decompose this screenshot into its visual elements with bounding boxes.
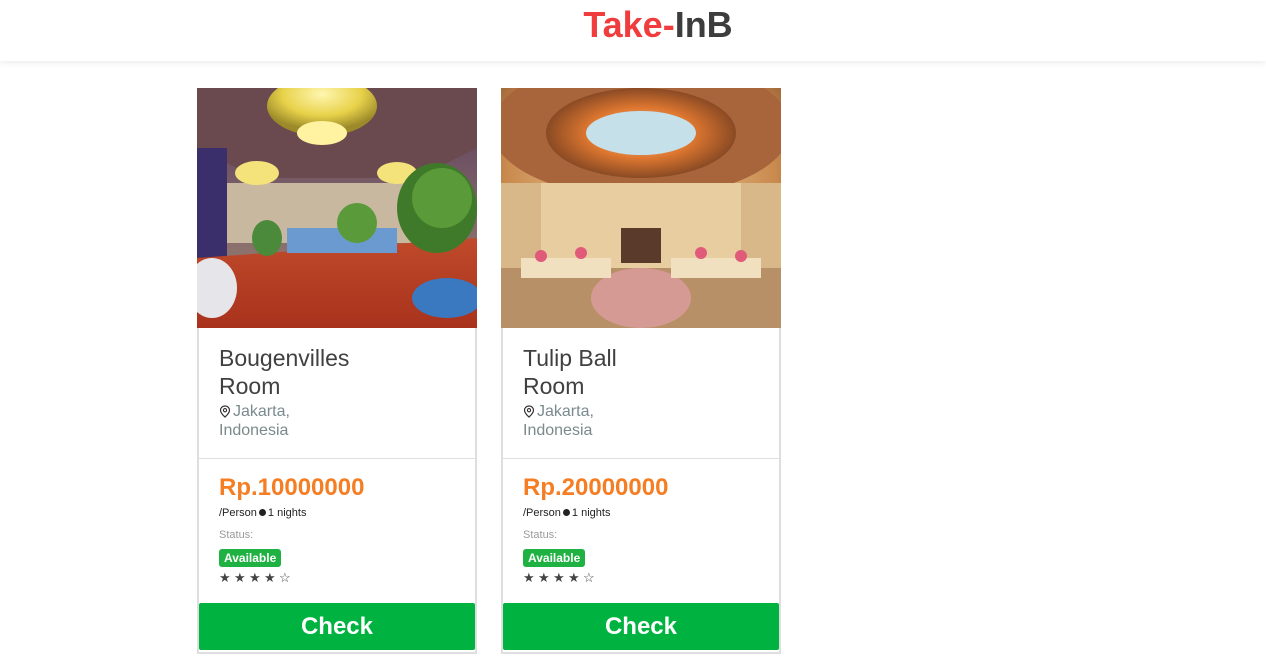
venue-price: Rp.20000000 <box>523 474 669 501</box>
separator-dot-icon <box>562 509 570 516</box>
brand-logo[interactable]: Take-InB <box>583 0 732 45</box>
brand-part-inb: InB <box>674 4 733 45</box>
per-person-label: /Person <box>523 507 561 519</box>
star-empty-icon: ☆ <box>583 570 596 585</box>
venue-photo-ballroom[interactable] <box>197 88 477 328</box>
star-filled-icon: ★ <box>249 570 262 585</box>
star-empty-icon: ☆ <box>279 570 292 585</box>
star-filled-icon: ★ <box>568 570 581 585</box>
brand-part-take: Take- <box>583 4 675 45</box>
star-filled-icon: ★ <box>538 570 551 585</box>
star-filled-icon: ★ <box>553 570 566 585</box>
check-button[interactable]: Check <box>199 603 475 650</box>
venue-pricing: Rp.10000000 /Person 1 nights Status: Avai… <box>199 459 475 585</box>
status-badge: Available <box>219 549 282 567</box>
star-filled-icon: ★ <box>264 570 277 585</box>
rating-stars: ★ ★ ★ ★ ☆ <box>523 570 759 585</box>
nights-label: 1 nights <box>571 507 611 519</box>
star-filled-icon: ★ <box>234 570 247 585</box>
price-unit: /Person 1 nights <box>219 507 455 520</box>
navbar: Take-InB <box>0 0 1266 61</box>
venue-card: Bougenvilles Room Jakarta, Indonesia Rp.… <box>197 88 477 654</box>
venue-location: Jakarta, Indonesia <box>219 402 329 440</box>
venue-info: Tulip Ball Room Jakarta, Indonesia <box>503 328 779 459</box>
venue-price: Rp.10000000 <box>219 474 365 501</box>
venue-card: Tulip Ball Room Jakarta, Indonesia Rp.20… <box>501 88 781 654</box>
venue-name[interactable]: Tulip Ball Room <box>523 344 683 400</box>
star-filled-icon: ★ <box>523 570 536 585</box>
venue-location: Jakarta, Indonesia <box>523 402 633 440</box>
status-label: Status: <box>523 529 558 541</box>
venue-city: Jakarta, <box>537 403 594 420</box>
venue-country: Indonesia <box>523 422 593 439</box>
price-unit: /Person 1 nights <box>523 507 759 520</box>
venue-name[interactable]: Bougenvilles Room <box>219 344 379 400</box>
check-button[interactable]: Check <box>503 603 779 650</box>
venue-country: Indonesia <box>219 422 289 439</box>
venue-info: Bougenvilles Room Jakarta, Indonesia <box>199 328 475 459</box>
nights-label: 1 nights <box>267 507 307 519</box>
status-badge: Available <box>523 549 586 567</box>
status-label: Status: <box>219 529 254 541</box>
star-filled-icon: ★ <box>219 570 232 585</box>
per-person-label: /Person <box>219 507 257 519</box>
location-pin-icon <box>219 405 231 418</box>
venue-pricing: Rp.20000000 /Person 1 nights Status: Avai… <box>503 459 779 585</box>
venue-city: Jakarta, <box>233 403 290 420</box>
location-pin-icon <box>523 405 535 418</box>
venue-photo-ballroom[interactable] <box>501 88 781 328</box>
rating-stars: ★ ★ ★ ★ ☆ <box>219 570 455 585</box>
separator-dot-icon <box>258 509 266 516</box>
